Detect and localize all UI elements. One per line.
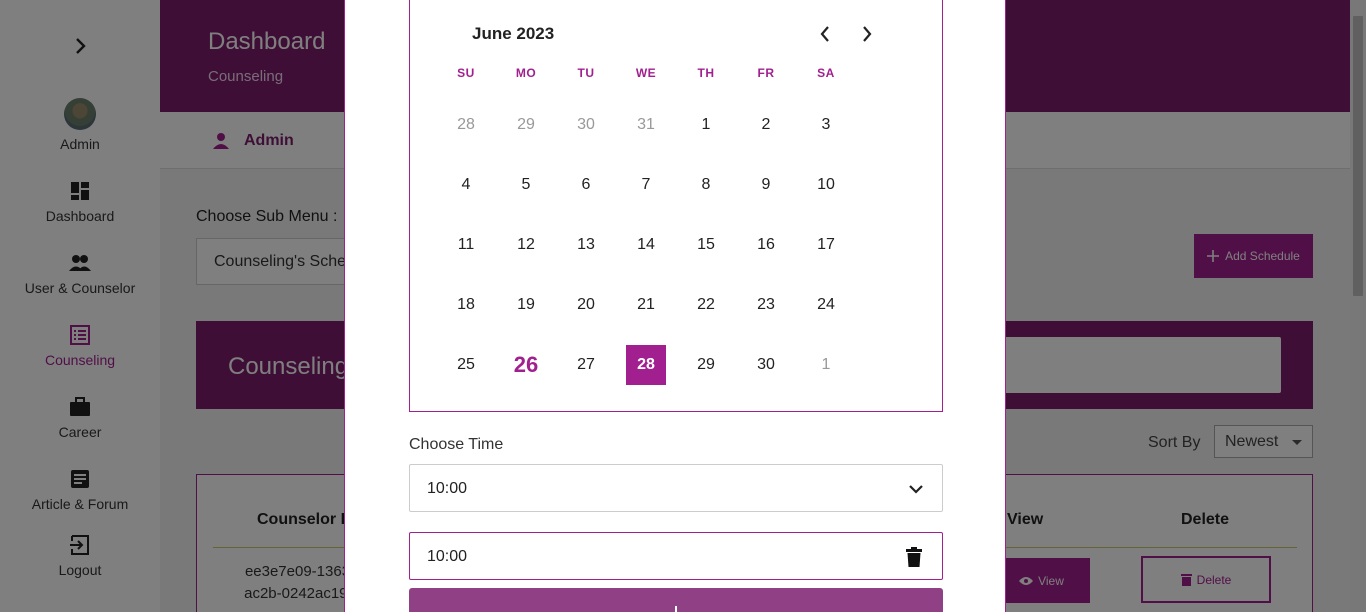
- weekday-header: WE: [635, 66, 657, 80]
- schedule-modal: June 2023 SU MO TU WE TH FR SA 28 29 30 31 1 2 3 4 5 6 7 8…: [344, 0, 1006, 612]
- weekday-header: TH: [697, 66, 715, 80]
- calendar-day[interactable]: 3: [806, 105, 846, 145]
- calendar-day[interactable]: 5: [506, 165, 546, 205]
- calendar-day[interactable]: 26: [506, 345, 546, 385]
- time-select-value: 10:00: [427, 480, 468, 497]
- calendar-day[interactable]: 13: [566, 225, 606, 265]
- weekday-header: SA: [817, 66, 835, 80]
- calendar-day[interactable]: 17: [806, 225, 846, 265]
- calendar-month-label: June 2023: [472, 24, 555, 43]
- calendar-day[interactable]: 1: [686, 105, 726, 145]
- plus-icon: [675, 606, 677, 612]
- calendar-day[interactable]: 22: [686, 285, 726, 325]
- trash-icon[interactable]: [906, 547, 922, 567]
- calendar-day[interactable]: 18: [446, 285, 486, 325]
- chevron-down-icon: [909, 485, 923, 494]
- weekday-header: SU: [457, 66, 475, 80]
- calendar-day[interactable]: 25: [446, 345, 486, 385]
- calendar-day[interactable]: 16: [746, 225, 786, 265]
- calendar-day[interactable]: 14: [626, 225, 666, 265]
- calendar-day[interactable]: 8: [686, 165, 726, 205]
- calendar-day[interactable]: 20: [566, 285, 606, 325]
- time-select[interactable]: 10:00: [409, 464, 943, 512]
- calendar-day[interactable]: 30: [566, 105, 606, 145]
- calendar-day[interactable]: 27: [566, 345, 606, 385]
- calendar-day[interactable]: 23: [746, 285, 786, 325]
- calendar-day[interactable]: 29: [686, 345, 726, 385]
- calendar-day[interactable]: 9: [746, 165, 786, 205]
- calendar-day[interactable]: 1: [806, 345, 846, 385]
- selected-time-item: 10:00: [409, 532, 943, 580]
- calendar-day[interactable]: 6: [566, 165, 606, 205]
- calendar-day[interactable]: 30: [746, 345, 786, 385]
- selected-time-value: 10:00: [427, 548, 468, 565]
- calendar-day[interactable]: 31: [626, 105, 666, 145]
- chevron-left-icon: [820, 26, 829, 42]
- weekday-header: TU: [577, 66, 595, 80]
- calendar-day[interactable]: 11: [446, 225, 486, 265]
- calendar-day[interactable]: 12: [506, 225, 546, 265]
- previous-month-button[interactable]: [813, 22, 837, 46]
- weekday-header: MO: [515, 66, 537, 80]
- calendar-day[interactable]: 2: [746, 105, 786, 145]
- calendar-day[interactable]: 29: [506, 105, 546, 145]
- calendar-day[interactable]: 7: [626, 165, 666, 205]
- next-month-button[interactable]: [855, 22, 879, 46]
- calendar-day[interactable]: 15: [686, 225, 726, 265]
- calendar-day[interactable]: 24: [806, 285, 846, 325]
- calendar-day[interactable]: 28: [446, 105, 486, 145]
- weekday-header: FR: [757, 66, 775, 80]
- calendar-day[interactable]: 10: [806, 165, 846, 205]
- calendar-day[interactable]: 19: [506, 285, 546, 325]
- choose-time-label: Choose Time: [409, 436, 504, 453]
- chevron-right-icon: [863, 26, 872, 42]
- add-time-button[interactable]: [409, 588, 943, 612]
- date-calendar: June 2023 SU MO TU WE TH FR SA 28 29 30 31 1 2 3 4 5 6 7 8…: [409, 0, 943, 412]
- calendar-day[interactable]: 28: [626, 345, 666, 385]
- calendar-day[interactable]: 21: [626, 285, 666, 325]
- calendar-day[interactable]: 4: [446, 165, 486, 205]
